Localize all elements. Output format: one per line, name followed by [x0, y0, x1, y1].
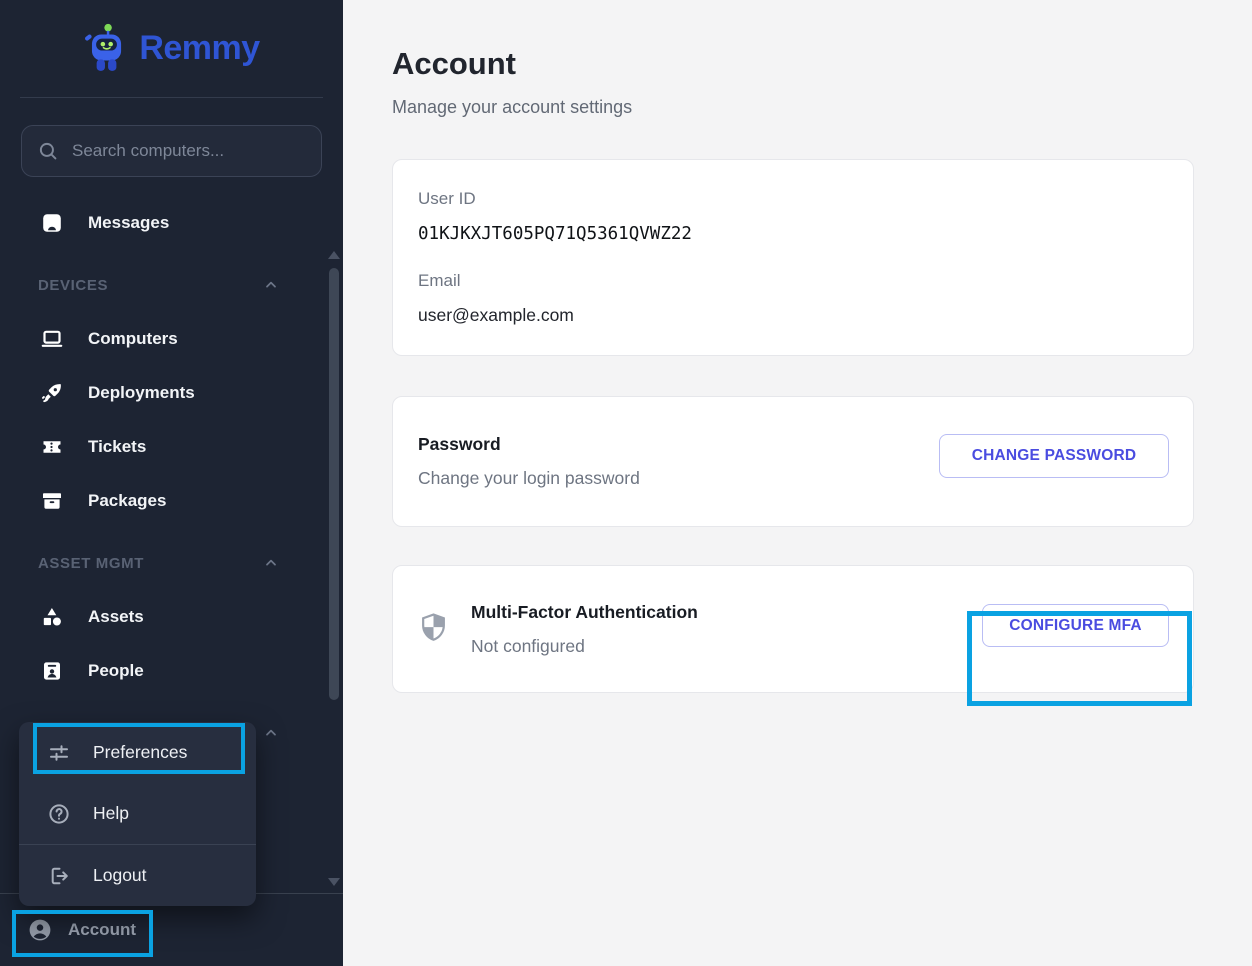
page-title: Account [392, 46, 1252, 82]
mfa-card-title: Multi-Factor Authentication [471, 602, 698, 623]
sidebar-item-people[interactable]: People [0, 644, 343, 698]
sidebar-nav: Messages DEVICES Computers [0, 196, 343, 760]
section-label: ASSET MGMT [38, 555, 144, 572]
scrollbar-thumb[interactable] [329, 268, 339, 700]
sidebar-item-computers[interactable]: Computers [0, 312, 343, 366]
sidebar-item-tickets[interactable]: Tickets [0, 420, 343, 474]
search-box[interactable] [21, 125, 322, 177]
user-circle-icon [27, 917, 53, 943]
search-icon [37, 140, 59, 162]
account-popup-menu: Preferences Help Logout [19, 722, 256, 906]
mfa-card-subtitle: Not configured [471, 636, 698, 657]
rocket-icon [40, 381, 64, 405]
section-label: DEVICES [38, 277, 108, 294]
package-icon [40, 489, 64, 513]
mfa-text-block: Multi-Factor Authentication Not configur… [471, 602, 698, 657]
chevron-up-icon [263, 555, 279, 571]
search-input[interactable] [72, 141, 306, 161]
change-password-button[interactable]: CHANGE PASSWORD [939, 434, 1169, 478]
help-circle-icon [47, 802, 71, 826]
robot-logo-icon [83, 23, 129, 75]
sidebar-item-label: People [88, 661, 144, 681]
sidebar-item-label: Computers [88, 329, 178, 349]
message-icon [40, 211, 64, 235]
sidebar-item-label: Packages [88, 491, 166, 511]
shapes-icon [40, 605, 64, 629]
id-badge-icon [40, 659, 64, 683]
chevron-up-icon [263, 277, 279, 293]
sidebar: Remmy Messages DEVICES [0, 0, 343, 966]
chevron-up-icon [263, 725, 279, 741]
sidebar-item-label: Deployments [88, 383, 195, 403]
ticket-icon [40, 435, 64, 459]
page-subtitle: Manage your account settings [392, 97, 1252, 118]
app-logo: Remmy [0, 0, 343, 97]
sidebar-item-deployments[interactable]: Deployments [0, 366, 343, 420]
menu-item-help[interactable]: Help [19, 783, 256, 844]
profile-card: User ID 01KJKXJT605PQ71Q5361QVWZ22 Email… [392, 159, 1194, 356]
menu-item-preferences[interactable]: Preferences [19, 722, 256, 783]
scrollbar-down-arrow[interactable] [328, 878, 340, 886]
sidebar-section-devices[interactable]: DEVICES [0, 258, 343, 312]
menu-item-label: Help [93, 803, 129, 824]
configure-mfa-button[interactable]: CONFIGURE MFA [982, 604, 1169, 647]
password-card: Password Change your login password CHAN… [392, 396, 1194, 527]
mfa-card: Multi-Factor Authentication Not configur… [392, 565, 1194, 693]
sidebar-divider [20, 97, 323, 98]
menu-item-label: Logout [93, 865, 147, 886]
laptop-icon [40, 327, 64, 351]
scrollbar-up-arrow[interactable] [328, 251, 340, 259]
account-button-label: Account [68, 920, 136, 940]
sidebar-item-label: Messages [88, 213, 169, 233]
sidebar-item-label: Assets [88, 607, 144, 627]
email-label: Email [418, 271, 1168, 291]
sidebar-item-messages[interactable]: Messages [0, 196, 343, 250]
sidebar-item-assets[interactable]: Assets [0, 590, 343, 644]
main-content: Account Manage your account settings Use… [343, 0, 1252, 966]
menu-item-logout[interactable]: Logout [19, 845, 256, 906]
email-value: user@example.com [418, 305, 1168, 326]
menu-item-label: Preferences [93, 742, 187, 763]
user-id-value: 01KJKXJT605PQ71Q5361QVWZ22 [418, 224, 1168, 244]
sidebar-item-packages[interactable]: Packages [0, 474, 343, 528]
sidebar-item-label: Tickets [88, 437, 146, 457]
sliders-icon [47, 741, 71, 765]
logout-icon [47, 864, 71, 888]
app-name: Remmy [139, 29, 259, 68]
shield-icon [418, 612, 449, 646]
user-id-label: User ID [418, 189, 1168, 209]
sidebar-section-asset-mgmt[interactable]: ASSET MGMT [0, 536, 343, 590]
